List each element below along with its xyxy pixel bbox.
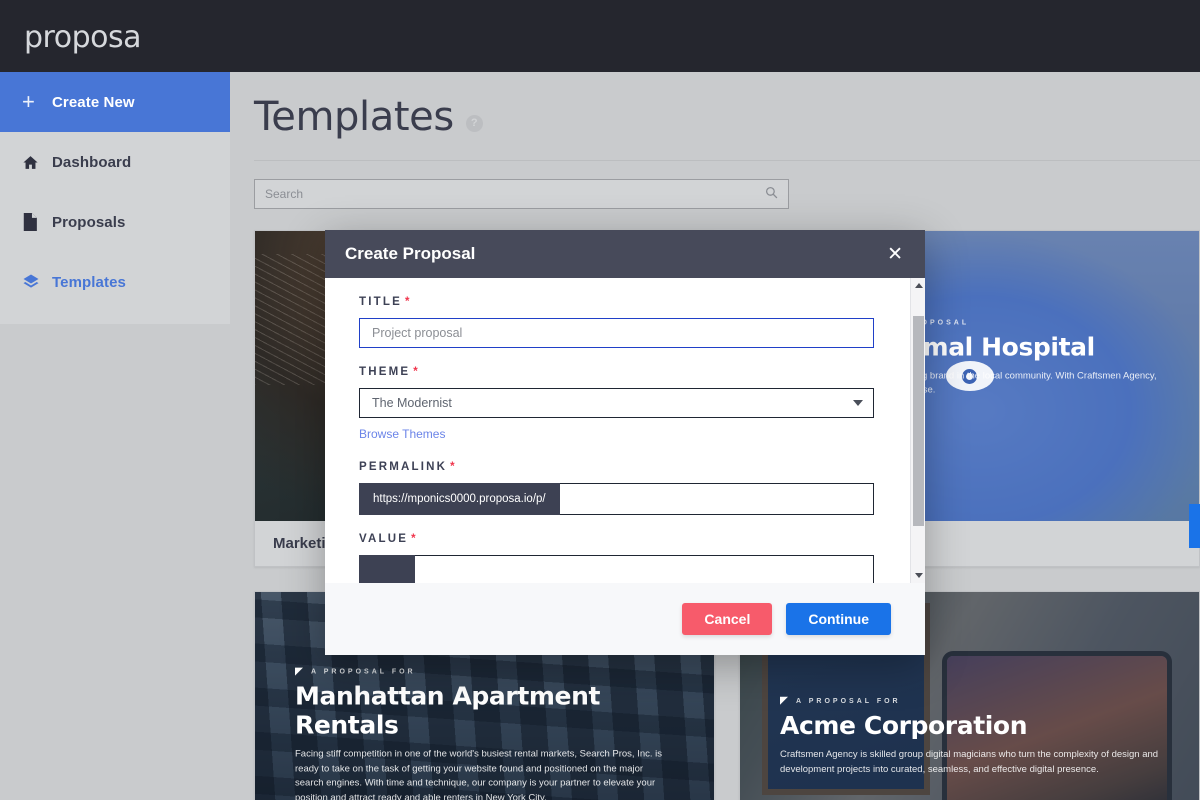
search-input[interactable] [265, 187, 765, 201]
title-label-text: TITLE [359, 296, 402, 308]
chevron-down-icon [853, 400, 863, 406]
sidebar-item-label: Proposals [52, 213, 126, 231]
theme-label-text: THEME [359, 366, 411, 378]
theme-field-label: THEME * [359, 366, 891, 378]
page-title: Templates [254, 94, 454, 140]
template-card-action-button[interactable] [1189, 504, 1200, 548]
layers-icon [22, 273, 52, 291]
plus-icon: + [22, 89, 35, 114]
create-proposal-dialog: Create Proposal ✕ TITLE* THEME* The Mode… [325, 230, 925, 655]
permalink-label-text: PERMALINK [359, 461, 448, 473]
document-icon [22, 213, 52, 231]
title-field-label: TITLE * [359, 296, 891, 308]
page-header: Templates ? [254, 94, 483, 140]
search-bar[interactable] [254, 179, 789, 209]
preview-eye-icon[interactable] [945, 361, 994, 391]
browse-themes-link[interactable]: Browse Themes [359, 427, 445, 441]
theme-select[interactable]: The Modernist [359, 388, 874, 418]
permalink-input-group: https://mponics0000.proposa.io/p/ [359, 483, 874, 515]
continue-button[interactable]: Continue [786, 603, 891, 635]
value-prefix [359, 555, 415, 583]
value-label-text: VALUE [359, 533, 409, 545]
theme-field-group: THEME * The Modernist Browse Themes [359, 366, 891, 443]
value-input[interactable] [415, 556, 873, 583]
title-field-group: TITLE * [359, 296, 891, 348]
permalink-field-group: PERMALINK * https://mponics0000.proposa.i… [359, 461, 891, 515]
required-marker: * [404, 296, 410, 308]
value-input-group [359, 555, 874, 583]
sidebar-item-dashboard[interactable]: Dashboard [0, 132, 230, 192]
cancel-button[interactable]: Cancel [682, 603, 773, 635]
sidebar-item-proposals[interactable]: Proposals [0, 192, 230, 252]
home-icon [22, 154, 52, 171]
scroll-up-arrow-icon[interactable] [911, 278, 925, 293]
sidebar-item-create-new[interactable]: + Create New [0, 72, 230, 132]
header-divider [254, 160, 1200, 161]
app-root: proposa + Create New Dashboard Proposals [0, 0, 1200, 800]
scroll-down-arrow-icon[interactable] [911, 568, 925, 583]
value-field-label: VALUE * [359, 533, 891, 545]
dialog-header: Create Proposal ✕ [325, 230, 925, 278]
required-marker: * [450, 461, 455, 473]
required-marker: * [411, 533, 416, 545]
close-icon[interactable]: ✕ [885, 241, 905, 268]
permalink-input[interactable] [559, 484, 873, 514]
theme-selected-value: The Modernist [372, 396, 452, 410]
title-input[interactable] [359, 318, 874, 348]
question-mark-icon[interactable]: ? [465, 114, 483, 132]
dialog-scrollbar[interactable] [910, 278, 925, 583]
dialog-body: TITLE* THEME* The Modernist Browse Theme… [325, 278, 925, 583]
sidebar-item-label: Dashboard [52, 153, 132, 171]
scrollbar-thumb[interactable] [913, 316, 924, 526]
permalink-prefix: https://mponics0000.proposa.io/p/ [359, 483, 560, 515]
dialog-footer: Cancel Continue [325, 583, 925, 655]
sidebar: + Create New Dashboard Proposals Templat… [0, 72, 230, 324]
dialog-title: Create Proposal [345, 244, 476, 263]
sidebar-item-templates[interactable]: Templates [0, 252, 230, 312]
permalink-field-label: PERMALINK * [359, 461, 891, 473]
value-field-group: VALUE * [359, 533, 891, 583]
sidebar-item-label: Create New [52, 93, 135, 111]
brand-logo[interactable]: proposa [24, 20, 141, 55]
top-bar: proposa [0, 0, 1200, 72]
search-icon[interactable] [765, 186, 778, 202]
sidebar-item-label: Templates [52, 273, 126, 291]
required-marker: * [413, 366, 418, 378]
